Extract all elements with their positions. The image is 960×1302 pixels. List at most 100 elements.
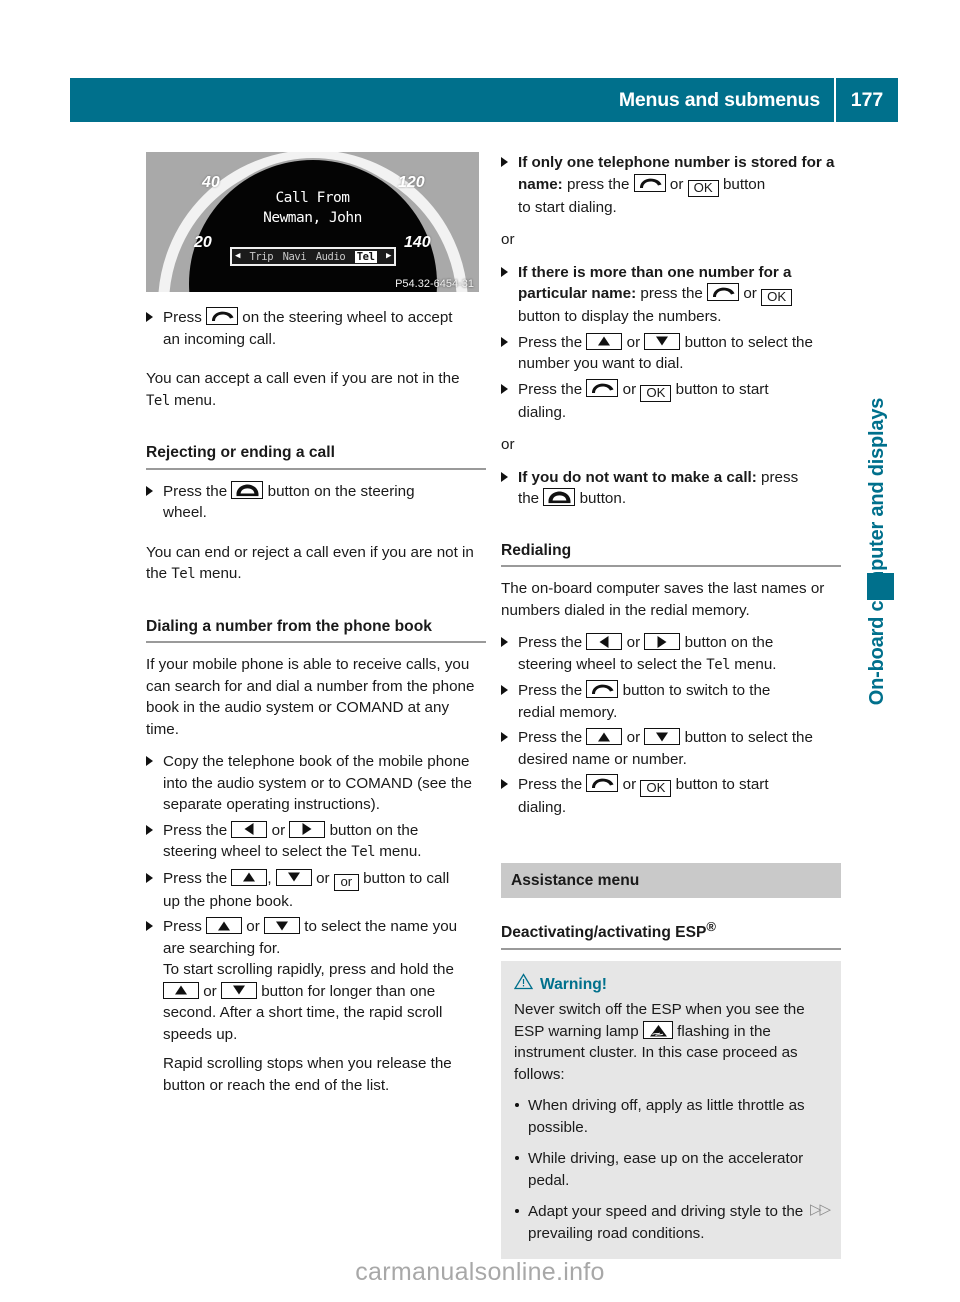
step-accept-call: Press on the steering wheel to accept an… — [146, 307, 486, 350]
step-triangle-icon — [501, 685, 508, 695]
figure-instrument-cluster: 40 120 20 140 Call From Newman, John ◀ T… — [146, 152, 479, 292]
menu-left-arrow-icon: ◀ — [235, 251, 241, 261]
step-text: or — [271, 821, 286, 839]
step-triangle-icon — [501, 732, 508, 742]
step-cancel-line2: the button. — [518, 488, 841, 510]
menu-item-tel-selected: Tel — [354, 250, 377, 263]
step-call-up-phone-book: Press the , or or button to call up the … — [146, 868, 486, 913]
step-redial-switch-memory: Press the button to switch to the redial… — [501, 680, 841, 723]
step-triangle-icon — [146, 921, 153, 931]
phone-hangup-icon — [231, 480, 264, 499]
phone-accept-icon — [633, 173, 666, 192]
up-arrow-button-icon — [163, 981, 199, 999]
step-text: button to display the numbers. — [518, 308, 722, 325]
step-text: or — [626, 729, 641, 746]
step-text: Press the — [163, 821, 228, 839]
step-triangle-icon — [501, 157, 508, 167]
step-triangle-icon — [146, 485, 153, 496]
step-text: number you want to dial. — [518, 355, 684, 372]
display-call-line1: Call From — [275, 190, 350, 206]
step-redial-start-dialing: Press the or OK button to start dialing. — [501, 774, 841, 819]
step-more-than-one-number: If there is more than one number for a p… — [501, 262, 841, 328]
para-phone-book-intro: If your mobile phone is able to receive … — [146, 656, 475, 738]
step-text: to select the name you — [304, 918, 458, 935]
bullet-dot-icon — [515, 1209, 519, 1214]
step-text: or — [203, 982, 217, 1000]
down-arrow-button-icon — [644, 332, 681, 350]
ok-button-icon: or — [333, 873, 359, 891]
step-text: steering wheel to select the — [518, 655, 707, 673]
step-redial-select-entry: Press the or button to select the desire… — [501, 727, 841, 770]
phone-accept-icon — [586, 680, 619, 698]
para-text: menu. — [169, 391, 217, 409]
right-column: If only one telephone number is stored f… — [501, 152, 841, 1260]
heading-deactivating-activating-esp: Deactivating/activating ESP® — [501, 916, 841, 950]
warning-title: Warning! — [540, 975, 607, 993]
step-one-number-stored: If only one telephone number is stored f… — [501, 152, 841, 218]
step-text: or — [316, 869, 330, 887]
step-text: or — [622, 380, 637, 398]
menu-right-arrow-icon: ▶ — [385, 251, 391, 261]
menu-name-tel: Tel — [146, 392, 170, 409]
step-text: , — [267, 869, 272, 887]
step-text: to start dialing. — [518, 198, 617, 216]
step-text: button to switch to the — [622, 682, 771, 699]
step-triangle-icon — [501, 637, 508, 647]
up-arrow-button-icon — [586, 728, 623, 745]
ok-button-icon: OK — [687, 179, 719, 197]
section-heading-assistance-menu: Assistance menu — [501, 862, 841, 898]
step-triangle-icon — [501, 471, 508, 482]
step-text: Press the — [518, 776, 583, 793]
step-triangle-icon — [146, 824, 153, 835]
down-arrow-button-icon — [275, 868, 312, 886]
step-triangle-icon — [146, 872, 153, 883]
step-cancel-call: If you do not want to make a call: press… — [501, 467, 841, 510]
para-accept-call: You can accept a call even if you are no… — [146, 368, 486, 412]
heading-dialing-from-phone-book: Dialing a number from the phone book — [146, 616, 486, 643]
step-text: or — [622, 776, 637, 793]
bullet-dot-icon — [515, 1103, 519, 1108]
warning-bullet: While driving, ease up on the accelerato… — [514, 1148, 828, 1191]
display-menu-bar: ◀ Trip Navi Audio Tel ▶ — [230, 247, 396, 266]
step-text: desired name or number. — [518, 750, 687, 768]
speed-label-140: 140 — [404, 234, 431, 251]
ok-button-icon: OK — [761, 289, 793, 306]
step-text: press the — [636, 285, 703, 302]
page-header-bar: Menus and submenus 177 — [70, 78, 898, 122]
scroll-stop-text: Rapid scrolling stops when you release t… — [163, 1055, 452, 1094]
step-text: Press the — [518, 380, 583, 398]
warning-triangle-icon — [513, 972, 534, 997]
heading-rejecting-ending-call: Rejecting or ending a call — [146, 442, 486, 470]
step-redial-select-tel: Press the or button on the steering whee… — [501, 632, 841, 676]
step-text: up the phone book. — [163, 892, 294, 910]
up-arrow-button-icon — [231, 868, 268, 886]
down-arrow-button-icon — [220, 981, 257, 999]
step-text: are searching for. — [163, 939, 281, 957]
step-text: button for longer than one — [261, 982, 436, 1000]
menu-item-navi: Navi — [282, 250, 307, 263]
warning-box: Warning! Never switch off the ESP when y… — [501, 960, 841, 1260]
step-text: button to start — [675, 776, 769, 793]
warning-bullet: Adapt your speed and driving style to th… — [514, 1201, 828, 1244]
display-call-text: Call From Newman, John — [146, 188, 479, 228]
site-watermark: carmanualsonline.info — [355, 1258, 605, 1286]
para-text: You can accept a call even if you are no… — [146, 370, 460, 387]
bullet-dot-icon — [515, 1156, 519, 1161]
figure-caption: P54.32-6454-31 — [395, 278, 474, 290]
step-text: steering wheel to select the Tel menu. — [518, 654, 841, 677]
step-text: an incoming call. — [163, 330, 277, 348]
step-text: Press — [163, 309, 202, 326]
phone-accept-icon — [707, 283, 740, 301]
step-text: on the steering wheel to accept — [242, 309, 453, 326]
step-text: button to select the — [684, 333, 813, 351]
step-text: Press the — [518, 634, 583, 651]
chapter-marker-square — [867, 573, 894, 600]
step-text: press — [756, 468, 799, 486]
step-triangle-icon — [501, 383, 508, 394]
step-text: menu. — [730, 655, 777, 673]
step-text: button to start — [675, 380, 769, 398]
step-text: or — [626, 333, 641, 351]
chapter-side-tab-label: On-board computer and displays — [866, 397, 889, 706]
up-arrow-button-icon — [586, 332, 623, 350]
heading-redialing: Redialing — [501, 540, 841, 567]
